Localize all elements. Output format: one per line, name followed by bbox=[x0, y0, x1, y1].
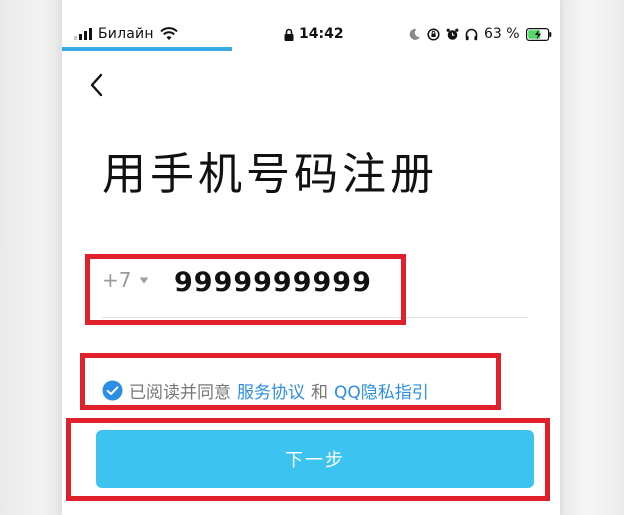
background-left bbox=[0, 0, 60, 515]
status-bar-center: 14:42 bbox=[284, 26, 344, 42]
headphones-icon bbox=[465, 28, 478, 40]
alarm-icon bbox=[446, 28, 459, 40]
loading-progress-bar bbox=[62, 47, 232, 51]
battery-percent: 63 % bbox=[484, 26, 520, 42]
highlight-box-phone bbox=[85, 254, 406, 325]
chevron-left-icon[interactable] bbox=[88, 72, 106, 98]
orientation-lock-icon bbox=[427, 27, 440, 41]
signal-icon bbox=[74, 28, 92, 40]
wifi-icon bbox=[159, 27, 178, 40]
carrier-name: Билайн bbox=[98, 26, 154, 42]
clock: 14:42 bbox=[299, 26, 344, 42]
lock-icon bbox=[284, 28, 294, 41]
highlight-box-next bbox=[66, 418, 550, 501]
status-bar-right: 63 % bbox=[408, 26, 552, 42]
battery-charging-icon bbox=[525, 27, 551, 41]
moon-icon bbox=[409, 28, 420, 40]
status-bar-left: Билайн bbox=[74, 26, 178, 42]
status-bar: Билайн 14:42 63 % bbox=[62, 22, 560, 48]
background-right bbox=[560, 0, 624, 515]
page-title: 用手机号码注册 bbox=[102, 149, 438, 200]
highlight-box-agreement bbox=[80, 353, 501, 410]
